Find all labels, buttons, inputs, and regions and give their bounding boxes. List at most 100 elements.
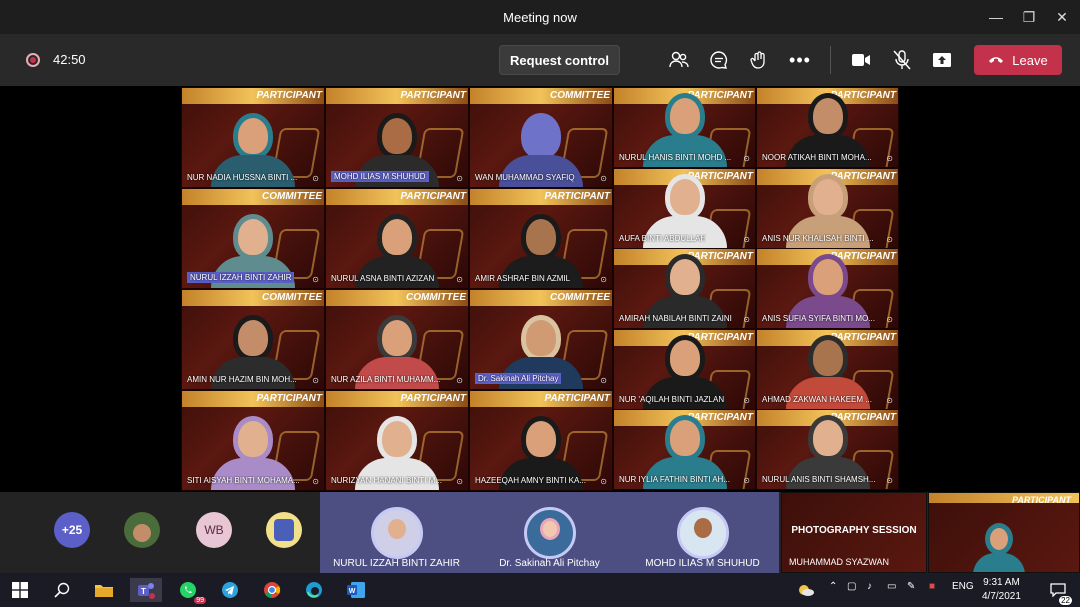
whatsapp-icon[interactable]: 99 — [176, 578, 206, 604]
pen-icon[interactable]: ✎ — [907, 581, 915, 592]
avatar[interactable] — [124, 512, 160, 548]
participant-head — [377, 214, 417, 260]
participant-body — [211, 155, 295, 187]
participant-head — [377, 315, 417, 361]
avatar[interactable] — [266, 512, 302, 548]
participant-name: SITI AISYAH BINTI MOHAMA... — [187, 476, 300, 485]
battery-icon[interactable]: ▭ — [887, 581, 896, 592]
participant-name: Dr. Sakinah Ali Pitchay — [475, 373, 562, 384]
windows-start-icon[interactable] — [8, 578, 32, 602]
notification-icon[interactable]: 22 — [1046, 578, 1072, 605]
participant-head — [377, 113, 417, 159]
participant-video-tile[interactable]: PARTICIPANT AMIR ASHRAF BIN AZMIL ⊙ — [469, 188, 613, 289]
mic-muted-icon: ⊙ — [312, 174, 319, 183]
participant-head — [521, 315, 561, 361]
participant-body — [499, 256, 583, 288]
mic-muted-icon: ⊙ — [886, 396, 893, 405]
volume-icon[interactable]: ♪ — [867, 581, 872, 592]
mic-muted-icon[interactable] — [890, 48, 914, 72]
teams-icon[interactable]: T — [130, 578, 162, 602]
weather-icon[interactable] — [794, 578, 818, 602]
participants-icon[interactable] — [667, 48, 691, 72]
participant-name: WAN MUHAMMAD SYAFIQ — [475, 173, 575, 182]
share-screen-icon[interactable] — [930, 48, 954, 72]
participant-video-tile[interactable]: PARTICIPANT NUR 'AQILAH BINTI JAZLAN ⊙ — [613, 329, 756, 410]
participant-video-tile[interactable]: PARTICIPANT NURUL HANIS BINTI MOHD ... ⊙ — [613, 87, 756, 168]
thumbnail-banner: PARTICIPANT — [1011, 495, 1071, 505]
search-icon[interactable] — [50, 578, 74, 602]
chrome-icon[interactable] — [260, 578, 284, 602]
mic-muted-icon: ⊙ — [456, 376, 463, 385]
windows-taskbar: T 99 W ⌃ ▢ ♪ ▭ ✎ ■ ENG 9:31 AM 4/7/2021 … — [0, 573, 1080, 607]
reactions-icon[interactable] — [747, 48, 771, 72]
minimize-icon[interactable]: — — [978, 0, 1014, 34]
participant-video-tile[interactable]: PARTICIPANT MOHD ILIAS M SHUHUD ⊙ — [325, 87, 469, 188]
mic-muted-icon: ⊙ — [743, 235, 750, 244]
participant-video-tile[interactable]: PARTICIPANT AMIRAH NABILAH BINTI ZAINI ⊙ — [613, 248, 756, 329]
word-icon[interactable]: W — [344, 578, 368, 602]
participant-video-tile[interactable]: COMMITTEE AMIN NUR HAZIM BIN MOH... ⊙ — [181, 289, 325, 390]
participant-video-tile[interactable]: PARTICIPANT HAZEEQAH AMNY BINTI KA... ⊙ — [469, 390, 613, 491]
tile-role-banner: COMMITTEE — [550, 292, 610, 303]
tile-role-banner: PARTICIPANT — [256, 393, 322, 404]
tile-role-banner: PARTICIPANT — [400, 90, 466, 101]
tray-chevron-icon[interactable]: ⌃ — [829, 581, 837, 592]
avatar-face — [133, 524, 151, 542]
leave-button[interactable]: Leave — [974, 45, 1062, 75]
participant-video-tile[interactable]: PARTICIPANT AHMAD ZAKWAN HAKEEM ... ⊙ — [756, 329, 899, 410]
participant-video-tile[interactable]: PARTICIPANT ANIS SUFIA SYIFA BINTI MO... ⊙ — [756, 248, 899, 329]
pinned-participant[interactable]: Dr. Sakinah Ali Pitchay — [473, 492, 626, 573]
network-icon[interactable]: ▢ — [847, 581, 856, 592]
participant-head — [521, 214, 561, 260]
participant-body — [499, 458, 583, 490]
clock[interactable]: 9:31 AM 4/7/2021 — [982, 576, 1021, 604]
chat-icon[interactable] — [707, 48, 731, 72]
mic-muted-icon: ⊙ — [886, 476, 893, 485]
participant-video-tile[interactable]: PARTICIPANT SITI AISYAH BINTI MOHAMA... ⊙ — [181, 390, 325, 491]
pinned-participant[interactable]: MOHD ILIAS M SHUHUD — [626, 492, 779, 573]
more-options-icon[interactable]: ••• — [788, 48, 812, 72]
participant-video-tile[interactable]: PARTICIPANT ANIS NUR KHALISAH BINTI ... ⊙ — [756, 168, 899, 249]
tile-role-banner: PARTICIPANT — [400, 393, 466, 404]
mic-muted-icon: ⊙ — [743, 154, 750, 163]
participant-name: HAZEEQAH AMNY BINTI KA... — [475, 476, 586, 485]
participant-video-tile[interactable]: PARTICIPANT NUR IYLIA FATHIN BINTI AH... ⊙ — [613, 409, 756, 490]
app-tray-icon[interactable]: ■ — [929, 581, 935, 592]
participant-name: NURUL HANIS BINTI MOHD ... — [619, 153, 732, 162]
title-bar: Meeting now — ❐ ✕ — [0, 0, 1080, 34]
close-icon[interactable]: ✕ — [1044, 0, 1080, 34]
participant-video-tile[interactable]: PARTICIPANT NURUL ASNA BINTI AZIZAN ⊙ — [325, 188, 469, 289]
avatar-initials[interactable]: WB — [196, 512, 232, 548]
participant-body — [211, 458, 295, 490]
clock-time: 9:31 AM — [983, 577, 1020, 588]
mic-muted-icon: ⊙ — [456, 174, 463, 183]
participant-video-tile[interactable]: PARTICIPANT AUFA BINTI ABDULLAH ⊙ — [613, 168, 756, 249]
mic-muted-icon: ⊙ — [600, 477, 607, 486]
camera-icon[interactable] — [849, 48, 873, 72]
participant-video-tile[interactable]: COMMITTEE WAN MUHAMMAD SYAFIQ ⊙ — [469, 87, 613, 188]
file-explorer-icon[interactable] — [92, 578, 116, 602]
tile-role-banner: COMMITTEE — [262, 191, 322, 202]
participant-video-tile[interactable]: PARTICIPANT NUR NADIA HUSSNA BINTI ... ⊙ — [181, 87, 325, 188]
participant-name: NUR 'AQILAH BINTI JAZLAN — [619, 395, 725, 404]
participant-video-tile[interactable]: COMMITTEE Dr. Sakinah Ali Pitchay ⊙ — [469, 289, 613, 390]
participant-name: NURUL IZZAH BINTI ZAHIR — [187, 272, 295, 283]
participant-video-tile[interactable]: COMMITTEE NUR AZILA BINTI MUHAMM... ⊙ — [325, 289, 469, 390]
svg-text:W: W — [349, 588, 356, 595]
participant-video-tile[interactable]: COMMITTEE NURUL IZZAH BINTI ZAHIR ⊙ — [181, 188, 325, 289]
participant-video-tile[interactable]: PARTICIPANT NOOR ATIKAH BINTI MOHA... ⊙ — [756, 87, 899, 168]
thumbnail-title: PHOTOGRAPHY SESSION — [791, 525, 917, 536]
participant-video-tile[interactable]: PARTICIPANT NURIZYAN HANANI BINTI M... ⊙ — [325, 390, 469, 491]
request-control-button[interactable]: Request control — [499, 45, 620, 75]
video-thumbnail[interactable]: PARTICIPANT — [928, 492, 1080, 573]
edge-icon[interactable] — [302, 578, 326, 602]
pinned-participant[interactable]: NURUL IZZAH BINTI ZAHIR — [320, 492, 473, 573]
avatar — [523, 507, 576, 559]
participant-video-tile[interactable]: PARTICIPANT NURUL ANIS BINTI SHAMSH... ⊙ — [756, 409, 899, 490]
notification-count: 22 — [1059, 596, 1072, 605]
maximize-icon[interactable]: ❐ — [1011, 0, 1047, 34]
telegram-icon[interactable] — [218, 578, 242, 602]
overflow-participants-badge[interactable]: +25 — [54, 512, 90, 548]
video-thumbnail[interactable]: PHOTOGRAPHY SESSION MUHAMMAD SYAZWAN — [781, 492, 927, 573]
language-indicator[interactable]: ENG — [952, 581, 974, 592]
